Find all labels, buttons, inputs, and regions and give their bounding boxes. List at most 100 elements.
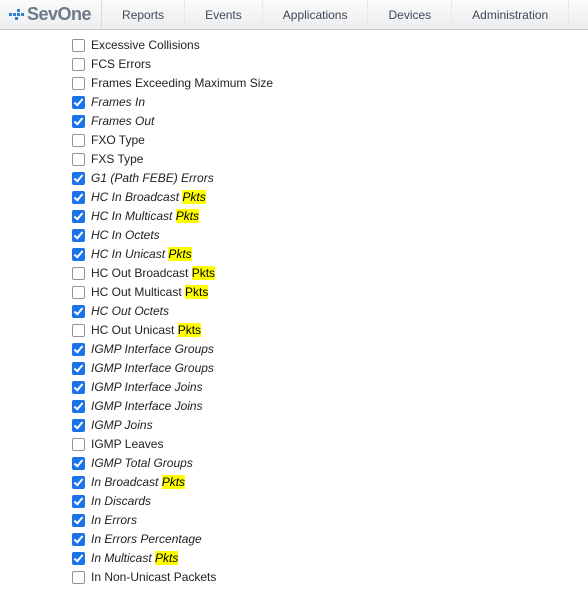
list-item: IGMP Interface Joins <box>72 397 588 416</box>
indicator-label: IGMP Interface Groups <box>91 340 214 359</box>
indicator-label: IGMP Leaves <box>91 435 163 454</box>
indicator-label: FXS Type <box>91 150 143 169</box>
indicator-checkbox[interactable] <box>72 571 85 584</box>
indicator-label: HC Out Multicast Pkts <box>91 283 208 302</box>
list-item: In Errors Percentage <box>72 530 588 549</box>
highlight: Pkts <box>162 475 185 489</box>
indicator-checkbox[interactable] <box>72 39 85 52</box>
nav-item-devices[interactable]: Devices <box>368 0 452 29</box>
indicator-checkbox[interactable] <box>72 400 85 413</box>
indicator-checkbox[interactable] <box>72 552 85 565</box>
list-item: HC Out Broadcast Pkts <box>72 264 588 283</box>
topbar: SevOne ReportsEventsApplicationsDevicesA… <box>0 0 588 30</box>
nav-item-applications[interactable]: Applications <box>263 0 369 29</box>
indicator-label: In Non-Unicast Packets <box>91 568 216 587</box>
list-item: HC Out Multicast Pkts <box>72 283 588 302</box>
indicator-label: FCS Errors <box>91 55 151 74</box>
indicator-label: In Discards <box>91 492 151 511</box>
indicator-checkbox[interactable] <box>72 286 85 299</box>
list-item: HC In Broadcast Pkts <box>72 188 588 207</box>
content-scroll[interactable]: Excessive CollisionsFCS ErrorsFrames Exc… <box>0 30 588 590</box>
indicator-label: HC Out Octets <box>91 302 169 321</box>
main-nav: ReportsEventsApplicationsDevicesAdminist… <box>102 0 588 29</box>
indicator-label: IGMP Joins <box>91 416 153 435</box>
indicator-label: G1 (Path FEBE) Errors <box>91 169 214 188</box>
brand-logo[interactable]: SevOne <box>0 0 102 29</box>
indicator-checkbox[interactable] <box>72 58 85 71</box>
nav-item-administration[interactable]: Administration <box>452 0 569 29</box>
indicator-checkbox[interactable] <box>72 438 85 451</box>
indicator-label: In Broadcast Pkts <box>91 473 185 492</box>
indicator-label: HC In Multicast Pkts <box>91 207 199 226</box>
nav-item-reports[interactable]: Reports <box>102 0 185 29</box>
highlight: Pkts <box>176 209 199 223</box>
indicator-checkbox[interactable] <box>72 134 85 147</box>
indicator-checkbox[interactable] <box>72 343 85 356</box>
list-item: IGMP Interface Groups <box>72 359 588 378</box>
indicator-label: IGMP Interface Joins <box>91 378 203 397</box>
highlight: Pkts <box>192 266 215 280</box>
indicator-label: IGMP Total Groups <box>91 454 193 473</box>
list-item: In Discards <box>72 492 588 511</box>
list-item: IGMP Interface Joins <box>72 378 588 397</box>
list-item: In Broadcast Pkts <box>72 473 588 492</box>
indicator-label: Excessive Collisions <box>91 36 200 55</box>
list-item: In Non-Unicast Packets <box>72 568 588 587</box>
list-item: IGMP Total Groups <box>72 454 588 473</box>
indicator-label: In Multicast Pkts <box>91 549 178 568</box>
indicator-checkbox[interactable] <box>72 210 85 223</box>
list-item: G1 (Path FEBE) Errors <box>72 169 588 188</box>
indicator-label: HC In Octets <box>91 226 160 245</box>
indicator-checkbox[interactable] <box>72 305 85 318</box>
highlight: Pkts <box>178 323 201 337</box>
highlight: Pkts <box>182 190 205 204</box>
indicator-list: Excessive CollisionsFCS ErrorsFrames Exc… <box>28 30 588 590</box>
list-item: HC Out Unicast Pkts <box>72 321 588 340</box>
indicator-checkbox[interactable] <box>72 229 85 242</box>
indicator-checkbox[interactable] <box>72 514 85 527</box>
list-item: FXS Type <box>72 150 588 169</box>
list-item: In Errors <box>72 511 588 530</box>
brand-text: SevOne <box>27 4 91 25</box>
indicator-label: In Errors <box>91 511 137 530</box>
indicator-checkbox[interactable] <box>72 77 85 90</box>
indicator-checkbox[interactable] <box>72 495 85 508</box>
list-item: FCS Errors <box>72 55 588 74</box>
indicator-checkbox[interactable] <box>72 362 85 375</box>
indicator-checkbox[interactable] <box>72 115 85 128</box>
content-panel: Excessive CollisionsFCS ErrorsFrames Exc… <box>28 30 588 590</box>
list-item: HC In Unicast Pkts <box>72 245 588 264</box>
indicator-label: HC Out Unicast Pkts <box>91 321 201 340</box>
list-item: IGMP Interface Groups <box>72 340 588 359</box>
indicator-checkbox[interactable] <box>72 191 85 204</box>
indicator-checkbox[interactable] <box>72 267 85 280</box>
indicator-checkbox[interactable] <box>72 324 85 337</box>
list-item: HC In Octets <box>72 226 588 245</box>
highlight: Pkts <box>168 247 191 261</box>
indicator-checkbox[interactable] <box>72 476 85 489</box>
brand-dots-icon <box>8 7 24 23</box>
indicator-checkbox[interactable] <box>72 533 85 546</box>
list-item: Frames Exceeding Maximum Size <box>72 74 588 93</box>
indicator-checkbox[interactable] <box>72 248 85 261</box>
indicator-checkbox[interactable] <box>72 153 85 166</box>
indicator-checkbox[interactable] <box>72 457 85 470</box>
indicator-checkbox[interactable] <box>72 381 85 394</box>
indicator-checkbox[interactable] <box>72 172 85 185</box>
indicator-label: FXO Type <box>91 131 145 150</box>
indicator-label: IGMP Interface Groups <box>91 359 214 378</box>
list-item: IGMP Joins <box>72 416 588 435</box>
indicator-label: Frames Out <box>91 112 154 131</box>
list-item: In Multicast Pkts <box>72 549 588 568</box>
list-item: Frames In <box>72 93 588 112</box>
indicator-label: HC In Unicast Pkts <box>91 245 192 264</box>
list-item: Frames Out <box>72 112 588 131</box>
indicator-checkbox[interactable] <box>72 419 85 432</box>
indicator-label: Frames In <box>91 93 145 112</box>
list-item: HC Out Octets <box>72 302 588 321</box>
indicator-label: In Errors Percentage <box>91 530 202 549</box>
indicator-label: Frames Exceeding Maximum Size <box>91 74 273 93</box>
nav-item-events[interactable]: Events <box>185 0 263 29</box>
list-item: FXO Type <box>72 131 588 150</box>
indicator-checkbox[interactable] <box>72 96 85 109</box>
